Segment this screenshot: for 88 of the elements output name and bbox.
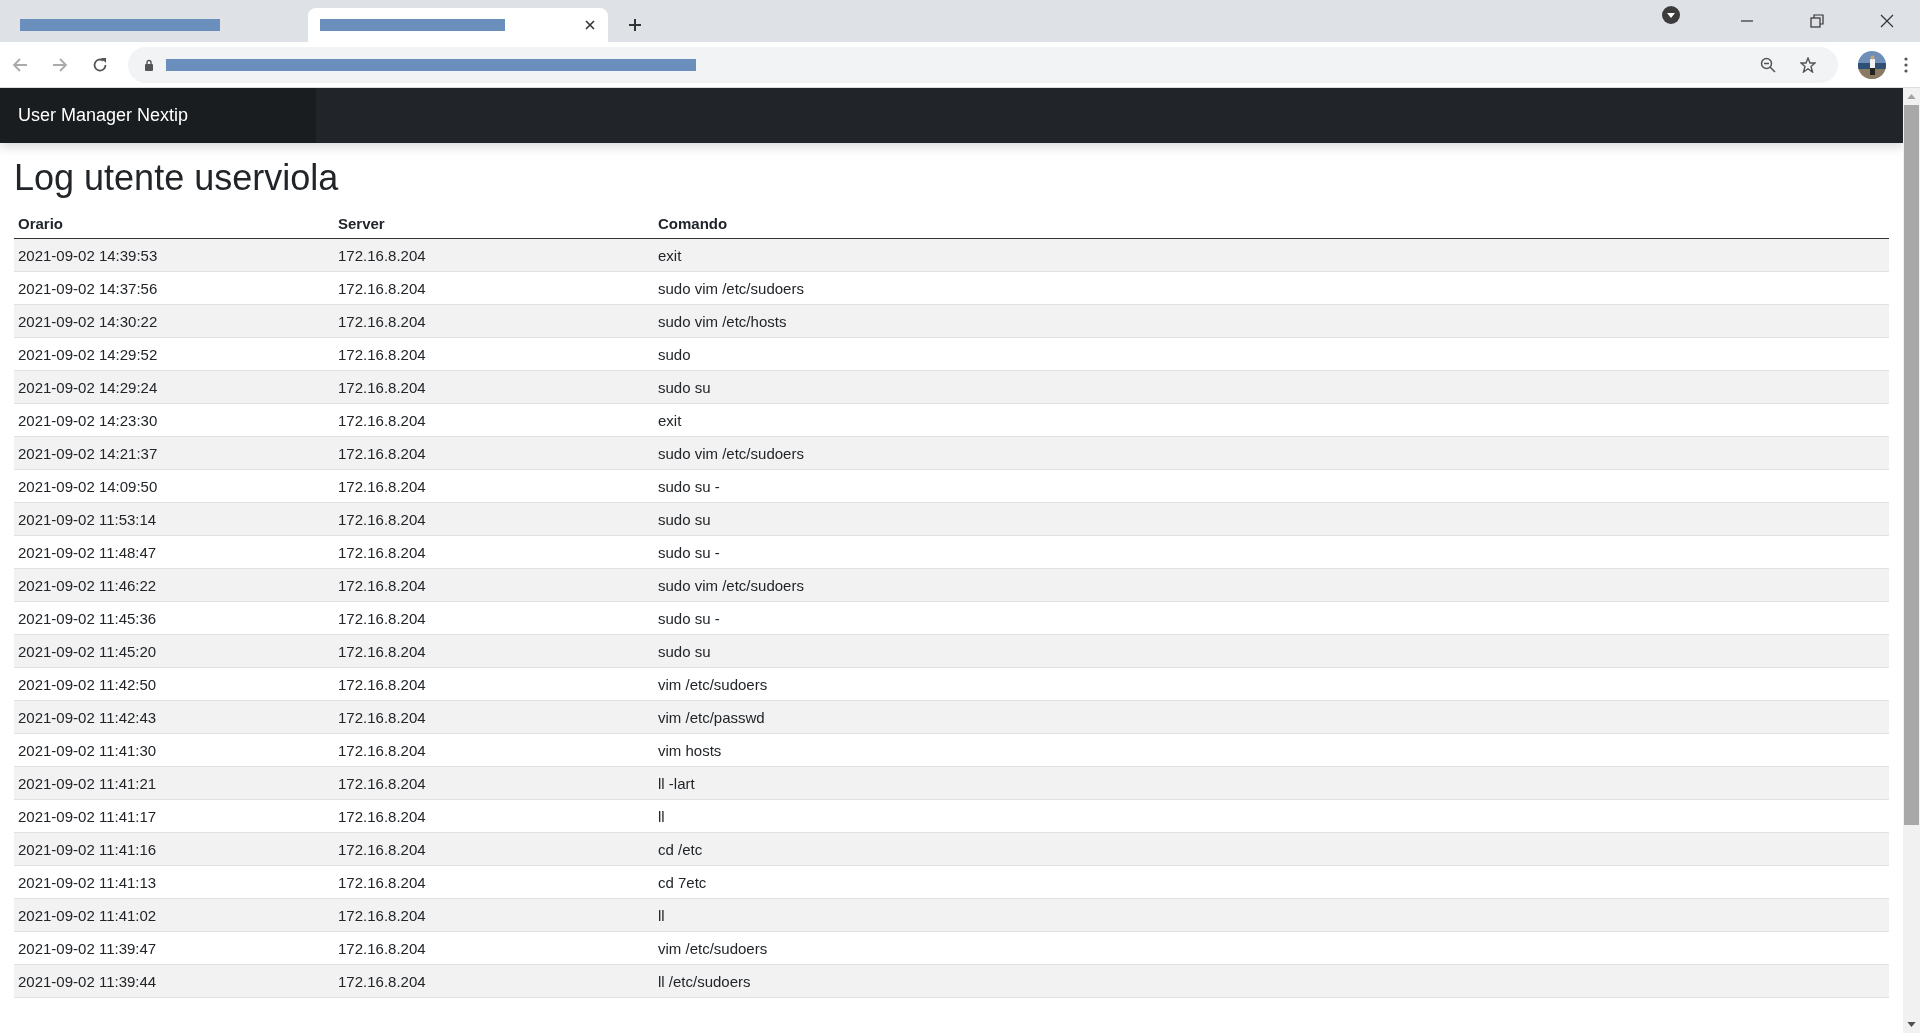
table-cell: 2021-09-02 11:42:43 <box>14 700 334 734</box>
table-cell: 2021-09-02 11:53:14 <box>14 502 334 536</box>
table-cell: 2021-09-02 14:30:22 <box>14 304 334 338</box>
table-cell: sudo vim /etc/sudoers <box>654 436 1889 470</box>
table-cell: 172.16.8.204 <box>334 535 654 569</box>
table-cell: vim /etc/sudoers <box>654 931 1889 965</box>
table-cell: 172.16.8.204 <box>334 337 654 371</box>
table-cell: 2021-09-02 11:39:47 <box>14 931 334 965</box>
table-cell: sudo su <box>654 634 1889 668</box>
table-cell: 2021-09-02 11:41:30 <box>14 733 334 767</box>
table-cell: 172.16.8.204 <box>334 370 654 404</box>
table-cell: 172.16.8.204 <box>334 436 654 470</box>
table-cell: 2021-09-02 11:45:20 <box>14 634 334 668</box>
table-cell: vim hosts <box>654 733 1889 767</box>
close-icon[interactable] <box>584 19 596 31</box>
table-cell: sudo su <box>654 502 1889 536</box>
close-icon[interactable] <box>1880 14 1894 28</box>
lock-icon <box>144 58 154 71</box>
table-cell: 172.16.8.204 <box>334 634 654 668</box>
table-cell: 2021-09-02 11:48:47 <box>14 535 334 569</box>
table-cell: 2021-09-02 11:41:13 <box>14 865 334 899</box>
plus-icon[interactable] <box>628 18 642 32</box>
table-cell: 2021-09-02 11:41:16 <box>14 832 334 866</box>
table-cell: ll -lart <box>654 766 1889 800</box>
table-cell: 2021-09-02 14:29:52 <box>14 337 334 371</box>
column-header: Orario <box>14 211 334 239</box>
table-cell: exit <box>654 403 1889 437</box>
table-cell: cd 7etc <box>654 865 1889 899</box>
column-header: Server <box>334 211 654 239</box>
table-cell: 172.16.8.204 <box>334 733 654 767</box>
table-cell: sudo vim /etc/sudoers <box>654 568 1889 602</box>
scrollbar-thumb[interactable] <box>1904 105 1919 825</box>
table-cell: 2021-09-02 14:09:50 <box>14 469 334 503</box>
column-header: Comando <box>654 211 1889 239</box>
table-cell: vim /etc/passwd <box>654 700 1889 734</box>
brand-link[interactable]: User Manager Nextip <box>0 88 316 143</box>
table-cell: cd /etc <box>654 832 1889 866</box>
table-cell: sudo su - <box>654 601 1889 635</box>
address-bar[interactable] <box>128 46 1838 83</box>
table-cell: 2021-09-02 14:37:56 <box>14 271 334 305</box>
table-cell: 172.16.8.204 <box>334 931 654 965</box>
table-cell: 172.16.8.204 <box>334 799 654 833</box>
table-cell: sudo vim /etc/sudoers <box>654 271 1889 305</box>
table-cell: sudo su - <box>654 535 1889 569</box>
table-cell: 172.16.8.204 <box>334 898 654 932</box>
table-cell: 2021-09-02 11:46:22 <box>14 568 334 602</box>
table-cell: 172.16.8.204 <box>334 403 654 437</box>
table-cell: 172.16.8.204 <box>334 700 654 734</box>
table-cell: 172.16.8.204 <box>334 469 654 503</box>
table-cell: 172.16.8.204 <box>334 304 654 338</box>
table-cell: 2021-09-02 14:23:30 <box>14 403 334 437</box>
table-cell: 172.16.8.204 <box>334 601 654 635</box>
dropdown-icon[interactable] <box>1662 6 1680 24</box>
table-cell: 2021-09-02 11:42:50 <box>14 667 334 701</box>
scrollbar[interactable] <box>1903 88 1920 1033</box>
table-cell: 2021-09-02 11:41:02 <box>14 898 334 932</box>
table-cell: ll <box>654 799 1889 833</box>
table-cell: 2021-09-02 14:39:53 <box>14 238 334 272</box>
table-cell: 2021-09-02 11:41:17 <box>14 799 334 833</box>
star-icon[interactable] <box>1800 56 1816 73</box>
table-cell: 172.16.8.204 <box>334 271 654 305</box>
table-cell: vim /etc/sudoers <box>654 667 1889 701</box>
zoom-out-icon[interactable] <box>1760 56 1776 73</box>
page-title: Log utente userviola <box>14 157 340 199</box>
table-cell: 2021-09-02 11:39:44 <box>14 964 334 998</box>
table-cell: 2021-09-02 11:41:21 <box>14 766 334 800</box>
table-cell: 2021-09-02 14:29:24 <box>14 370 334 404</box>
table-cell: 172.16.8.204 <box>334 964 654 998</box>
restore-icon[interactable] <box>1810 14 1824 28</box>
menu-icon[interactable] <box>1904 56 1908 73</box>
table-cell: exit <box>654 238 1889 272</box>
table-cell: 172.16.8.204 <box>334 832 654 866</box>
table-cell: 172.16.8.204 <box>334 502 654 536</box>
table-cell: sudo su - <box>654 469 1889 503</box>
scroll-down-icon[interactable] <box>1907 1022 1916 1027</box>
table-cell: ll <box>654 898 1889 932</box>
table-cell: 172.16.8.204 <box>334 766 654 800</box>
table-cell: 172.16.8.204 <box>334 238 654 272</box>
reload-icon[interactable] <box>92 56 108 73</box>
table-cell: 2021-09-02 14:21:37 <box>14 436 334 470</box>
table-cell: sudo su <box>654 370 1889 404</box>
table-cell: ll /etc/sudoers <box>654 964 1889 998</box>
table-cell: sudo vim /etc/hosts <box>654 304 1889 338</box>
table-cell: 172.16.8.204 <box>334 568 654 602</box>
table-cell: sudo <box>654 337 1889 371</box>
table-cell: 2021-09-02 11:45:36 <box>14 601 334 635</box>
table-cell: 172.16.8.204 <box>334 667 654 701</box>
table-cell: 172.16.8.204 <box>334 865 654 899</box>
